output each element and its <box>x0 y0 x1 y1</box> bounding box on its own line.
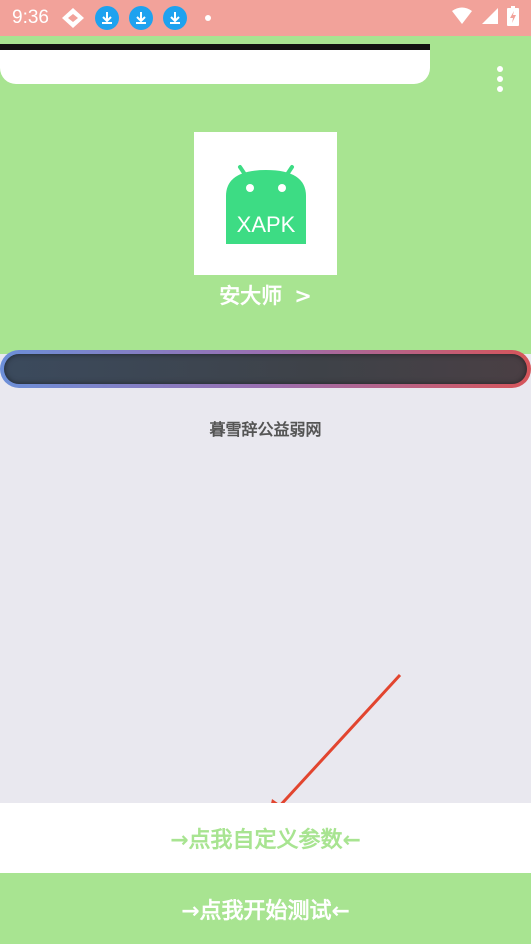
status-notification-icons <box>61 6 211 30</box>
android-xapk-icon: XAPK <box>225 164 306 244</box>
status-bar: 9:36 <box>0 0 531 36</box>
status-system-icons <box>451 6 519 30</box>
signal-icon <box>481 7 499 29</box>
custom-params-button[interactable]: →点我自定义参数← <box>0 803 531 873</box>
red-arrow-annotation <box>271 673 402 803</box>
wifi-icon <box>451 7 473 29</box>
download-icon <box>162 6 187 30</box>
app-name-link[interactable]: 安大师 > <box>0 280 531 310</box>
overflow-menu-icon[interactable] <box>495 66 505 92</box>
app-name: 安大师 <box>219 284 283 308</box>
start-test-button[interactable]: →点我开始测试← <box>0 873 531 944</box>
progress-track <box>4 354 527 384</box>
svg-text:XAPK: XAPK <box>236 212 295 237</box>
dot-icon <box>204 15 211 21</box>
top-card <box>0 44 430 84</box>
download-icon <box>94 6 119 30</box>
battery-icon <box>507 6 519 30</box>
diamond-icon <box>61 6 85 30</box>
chevron-right-icon: > <box>294 284 312 308</box>
app-icon[interactable]: XAPK <box>194 132 337 275</box>
network-progress-bar <box>0 350 531 388</box>
app-header: XAPK 安大师 > <box>0 36 531 354</box>
download-icon <box>128 6 153 30</box>
status-time: 9:36 <box>12 7 49 28</box>
content-area: 暮雪辞公益弱网 <box>0 388 531 803</box>
